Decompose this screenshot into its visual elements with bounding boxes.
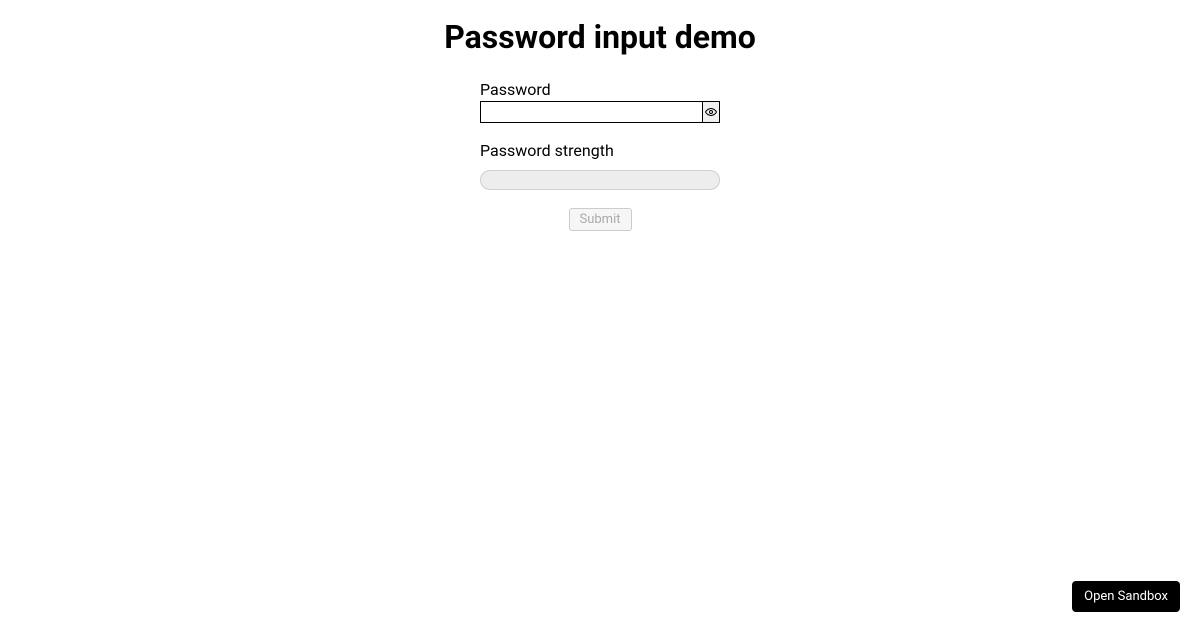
submit-button[interactable]: Submit — [569, 208, 632, 231]
submit-row: Submit — [480, 208, 720, 231]
password-strength-label: Password strength — [480, 141, 720, 160]
password-label: Password — [480, 80, 720, 99]
password-input[interactable] — [480, 101, 703, 123]
toggle-password-visibility-button[interactable] — [702, 101, 720, 123]
main-container: Password input demo Password Password st… — [0, 0, 1200, 231]
eye-icon — [705, 106, 717, 118]
open-sandbox-button[interactable]: Open Sandbox — [1072, 581, 1180, 612]
password-input-row — [480, 101, 720, 123]
password-strength-meter — [480, 170, 720, 190]
password-form: Password Password strength Submit — [480, 80, 720, 231]
page-title: Password input demo — [0, 18, 1200, 56]
